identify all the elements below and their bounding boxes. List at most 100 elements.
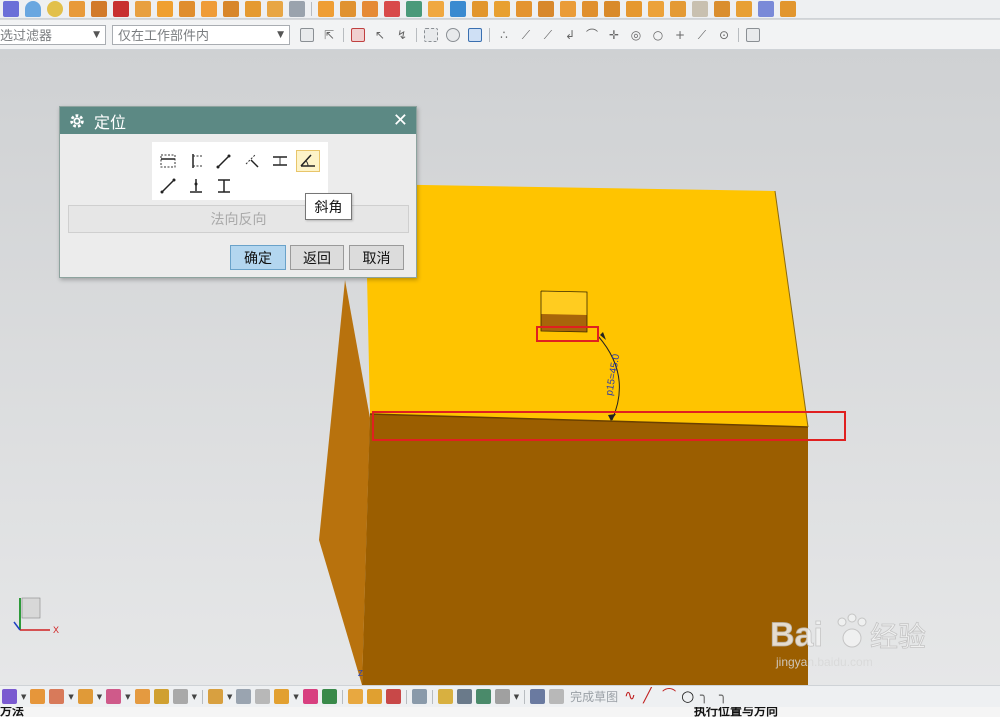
line-icon[interactable]: ╱ [643,689,658,704]
pipe-icon[interactable] [475,689,491,704]
dropdown-arrow-icon[interactable]: ▼ [97,693,102,701]
hole-icon[interactable] [648,1,664,17]
trim-icon[interactable] [207,689,223,704]
vertical-button[interactable] [184,150,208,172]
extrude-icon[interactable] [30,689,46,704]
offset-icon[interactable] [245,1,261,17]
chamfer-edge-icon[interactable] [172,689,188,704]
snap-tangent-icon[interactable]: ⌒ [585,28,599,42]
sphere-icon[interactable] [47,1,63,17]
snap-toggle-icon[interactable] [746,27,760,42]
boss-icon[interactable] [670,1,686,17]
boolean-icon[interactable] [135,1,151,17]
profile-icon[interactable]: ∿ [624,689,639,704]
trim-body-icon[interactable] [267,1,283,17]
snap-midpoint-icon[interactable]: ⊙ [717,28,731,42]
type-filter-combo[interactable]: 选过滤器 ▼ [0,24,106,45]
slot-icon[interactable] [736,1,752,17]
thicken-icon[interactable] [428,1,444,17]
hide-icon[interactable] [446,27,460,42]
cancel-button[interactable]: 取消 [349,245,404,270]
groove-icon[interactable] [582,1,598,17]
dropdown-arrow-icon[interactable]: ▼ [21,693,26,701]
split-body-icon[interactable] [289,1,305,17]
snap-point-icon[interactable]: + [673,28,687,42]
dropdown-arrow-icon[interactable]: ▼ [227,693,232,701]
rectangle-select-icon[interactable] [424,27,438,42]
mirror-icon[interactable] [406,1,422,17]
edge-blend-icon[interactable] [153,689,169,704]
pad-icon[interactable] [714,1,730,17]
sew-icon[interactable] [450,1,466,17]
parallel-button[interactable] [212,150,236,172]
extract-icon[interactable] [472,1,488,17]
intersect-icon[interactable] [134,689,150,704]
snap-center-icon[interactable]: ◎ [629,28,643,42]
move-face-icon[interactable] [318,1,334,17]
more-icon[interactable] [780,1,796,17]
lasso-icon[interactable]: ↯ [395,28,409,42]
hammer-icon[interactable] [456,689,472,704]
angular-button[interactable] [296,150,320,172]
snap-arc-icon[interactable]: ↲ [563,28,577,42]
parallel-at-distance-button[interactable] [268,150,292,172]
dropdown-arrow-icon[interactable]: ▼ [293,693,298,701]
line-onto-line-button[interactable] [212,175,236,197]
revolve-icon[interactable] [49,689,65,704]
horizontal-button[interactable] [156,150,180,172]
snap-quadrant-icon[interactable]: ○ [651,28,665,42]
dropdown-arrow-icon[interactable]: ▼ [68,693,73,701]
chain-icon[interactable] [437,689,453,704]
finish-sketch-label[interactable]: 完成草图 [570,688,618,705]
scope-filter-combo[interactable]: 仅在工作部件内 ▼ [112,24,290,45]
measure-icon[interactable] [236,689,252,704]
pattern-icon[interactable] [91,1,107,17]
render-icon[interactable] [494,689,510,704]
finish-sketch-icon[interactable] [549,689,565,704]
point-onto-point-button[interactable] [156,175,180,197]
dropdown-arrow-icon[interactable]: ▼ [125,693,130,701]
move-object-icon[interactable] [302,689,318,704]
snap-line-icon[interactable]: ⟋ [519,28,533,42]
solid-body-icon[interactable] [468,27,482,42]
dropdown-arrow-icon[interactable]: ▼ [192,693,197,701]
reverse-normal-button[interactable]: 法向反向 [68,205,409,233]
arc-icon[interactable]: ⌒ [662,689,677,704]
nx-logo-icon[interactable] [113,1,129,17]
sweep-icon[interactable] [538,1,554,17]
snap-icon[interactable]: ⇱ [322,28,336,42]
add-feature-icon[interactable] [274,689,290,704]
component-icon[interactable] [366,689,382,704]
feature-selection-icon[interactable] [351,27,365,42]
sketch-feature-icon[interactable] [2,689,17,704]
chamfer-sketch-icon[interactable]: ╮ [719,689,734,704]
transform-icon[interactable] [321,689,337,704]
ok-button[interactable]: 确定 [230,245,286,270]
emboss-icon[interactable] [626,1,642,17]
cone-icon[interactable] [25,1,41,17]
pocket-icon[interactable] [692,1,708,17]
tube-icon[interactable] [560,1,576,17]
delete-face-icon[interactable] [362,1,378,17]
blend-icon[interactable] [157,1,173,17]
fillet-icon[interactable]: ╮ [700,689,715,704]
unite-icon[interactable] [77,689,93,704]
constraint-icon[interactable] [385,689,401,704]
sketch-icon[interactable] [530,689,546,704]
user-feature-icon[interactable] [758,1,774,17]
back-button[interactable]: 返回 [290,245,344,270]
drafting-icon[interactable] [411,689,427,704]
close-icon[interactable]: ✕ [393,110,408,131]
snap-curve-icon[interactable]: ⟋ [541,28,555,42]
select-all-icon[interactable] [300,27,314,42]
chamfer-icon[interactable] [179,1,195,17]
draft-icon[interactable] [223,1,239,17]
point-onto-line-button[interactable] [184,175,208,197]
datum-axis-icon[interactable] [516,1,532,17]
dropdown-arrow-icon[interactable]: ▼ [514,693,519,701]
feature-icon[interactable] [3,1,19,17]
cursor-icon[interactable]: ↖ [373,28,387,42]
shell-icon[interactable] [201,1,217,17]
perpendicular-button[interactable] [240,150,264,172]
replace-face-icon[interactable] [340,1,356,17]
